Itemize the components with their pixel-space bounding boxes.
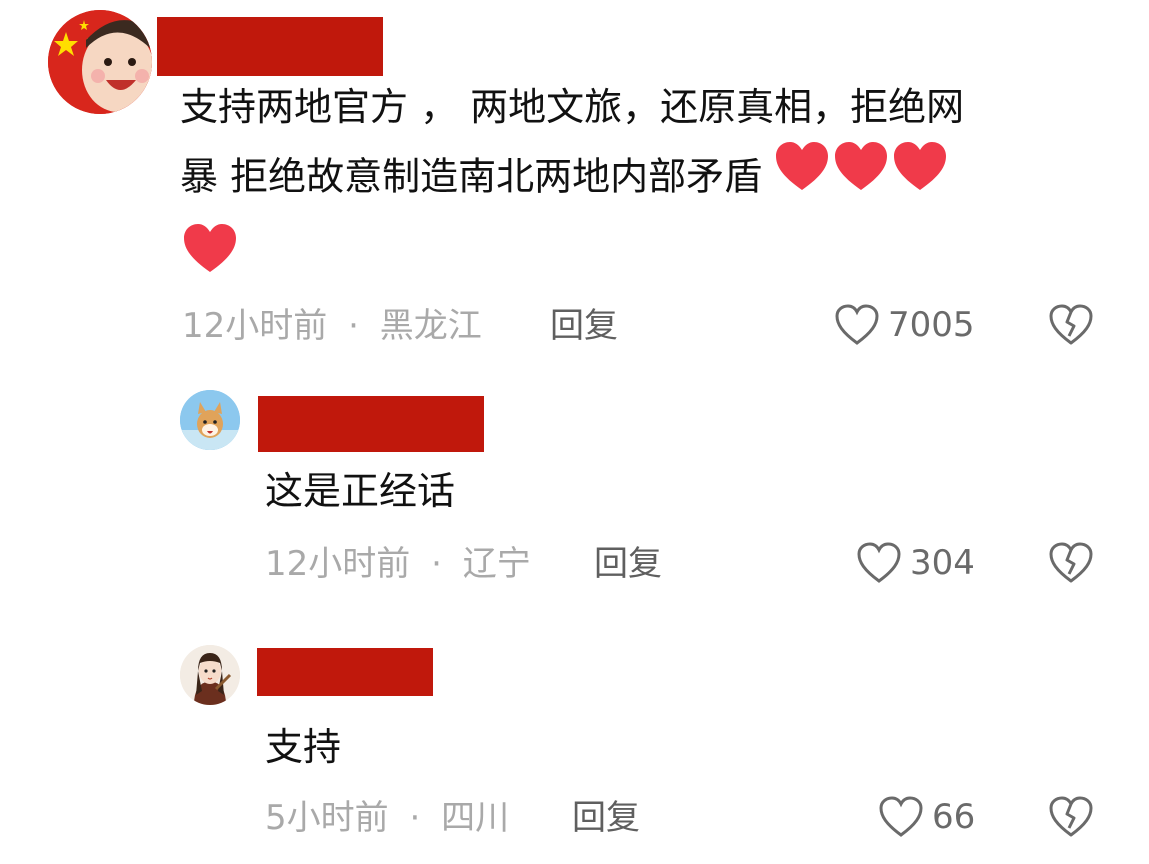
reply-button[interactable]: 回复	[594, 544, 662, 584]
dislike-button[interactable]	[1048, 304, 1094, 350]
red-heart-emoji-icon	[182, 222, 238, 280]
like-button[interactable]: 304	[856, 542, 975, 584]
timestamp: 5小时前	[265, 798, 389, 838]
location: 黑龙江	[379, 306, 482, 346]
separator: ·	[409, 798, 421, 838]
comment-text: 支持	[265, 725, 342, 769]
separator: ·	[431, 544, 442, 584]
anime-girl-avatar-image	[180, 645, 240, 705]
avatar[interactable]	[48, 10, 152, 114]
comment-meta: 5小时前 · 四川	[265, 798, 509, 838]
redacted-username	[258, 396, 484, 452]
like-count: 304	[910, 543, 975, 583]
flag-child-avatar-image	[48, 10, 152, 114]
timestamp: 12小时前	[182, 306, 328, 346]
heart-outline-icon	[857, 542, 901, 583]
heart-outline-icon	[835, 304, 879, 345]
like-count: 66	[932, 797, 976, 837]
broken-heart-icon	[1049, 304, 1093, 345]
like-button[interactable]: 66	[878, 796, 975, 838]
reply-button[interactable]: 回复	[572, 798, 640, 838]
shiba-dog-avatar-image	[180, 390, 240, 450]
like-count: 7005	[888, 305, 975, 345]
comment-text-line2: 暴 拒绝故意制造南北两地内部矛盾	[180, 154, 763, 199]
comment-text-line2-wrap: 暴 拒绝故意制造南北两地内部矛盾	[180, 140, 948, 218]
comment-text: 这是正经话	[265, 469, 456, 513]
redacted-username	[157, 17, 383, 76]
comment-meta: 12小时前 · 辽宁	[265, 544, 531, 584]
location: 四川	[441, 798, 510, 838]
heart-outline-icon	[879, 796, 923, 837]
dislike-button[interactable]	[1048, 796, 1094, 842]
broken-heart-icon	[1049, 542, 1093, 583]
location: 辽宁	[462, 544, 531, 584]
comment-text-line1: 支持两地官方 ， 两地文旅，还原真相，拒绝网	[180, 85, 965, 129]
avatar[interactable]	[180, 645, 240, 705]
reply-button[interactable]: 回复	[550, 306, 618, 346]
red-heart-emoji-icon	[774, 140, 948, 218]
timestamp: 12小时前	[265, 544, 411, 584]
comment-meta: 12小时前 · 黑龙江	[182, 306, 482, 346]
avatar[interactable]	[180, 390, 240, 450]
like-button[interactable]: 7005	[834, 304, 975, 346]
redacted-username	[257, 648, 433, 696]
separator: ·	[348, 306, 359, 346]
broken-heart-icon	[1049, 796, 1093, 837]
dislike-button[interactable]	[1048, 542, 1094, 588]
